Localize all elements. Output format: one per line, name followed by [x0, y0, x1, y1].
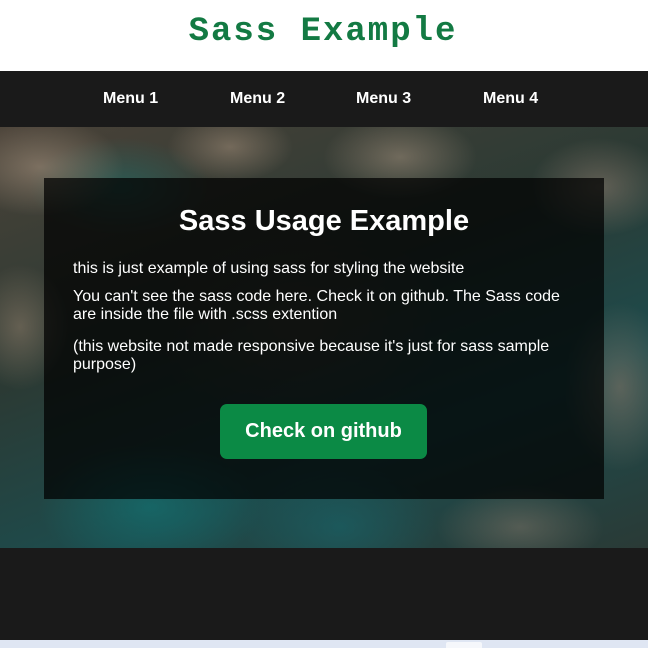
bottom-strip-tab — [446, 642, 482, 648]
site-header: Sass Example — [0, 0, 648, 71]
hero-content-box: Sass Usage Example this is just example … — [44, 178, 604, 499]
hero-heading: Sass Usage Example — [178, 205, 470, 237]
hero-paragraph-1: this is just example of using sass for s… — [73, 260, 465, 277]
hero-section: Sass Usage Example this is just example … — [0, 127, 648, 548]
navbar: Menu 1 Menu 2 Menu 3 Menu 4 — [0, 71, 648, 127]
hero-paragraph-2: You can't see the sass code here. Check … — [73, 288, 560, 323]
nav-item-menu-4[interactable]: Menu 4 — [483, 71, 538, 127]
nav-item-menu-1[interactable]: Menu 1 — [103, 71, 158, 127]
hero-paragraph-3: (this website not made responsive becaus… — [73, 338, 550, 373]
check-on-github-button[interactable]: Check on github — [220, 404, 427, 459]
nav-item-menu-3[interactable]: Menu 3 — [356, 71, 411, 127]
browser-bottom-strip — [0, 640, 648, 648]
nav-item-menu-2[interactable]: Menu 2 — [230, 71, 285, 127]
footer-area — [0, 548, 648, 640]
page: Sass Example Menu 1 Menu 2 Menu 3 Menu 4… — [0, 0, 648, 648]
site-title: Sass Example — [188, 12, 458, 51]
